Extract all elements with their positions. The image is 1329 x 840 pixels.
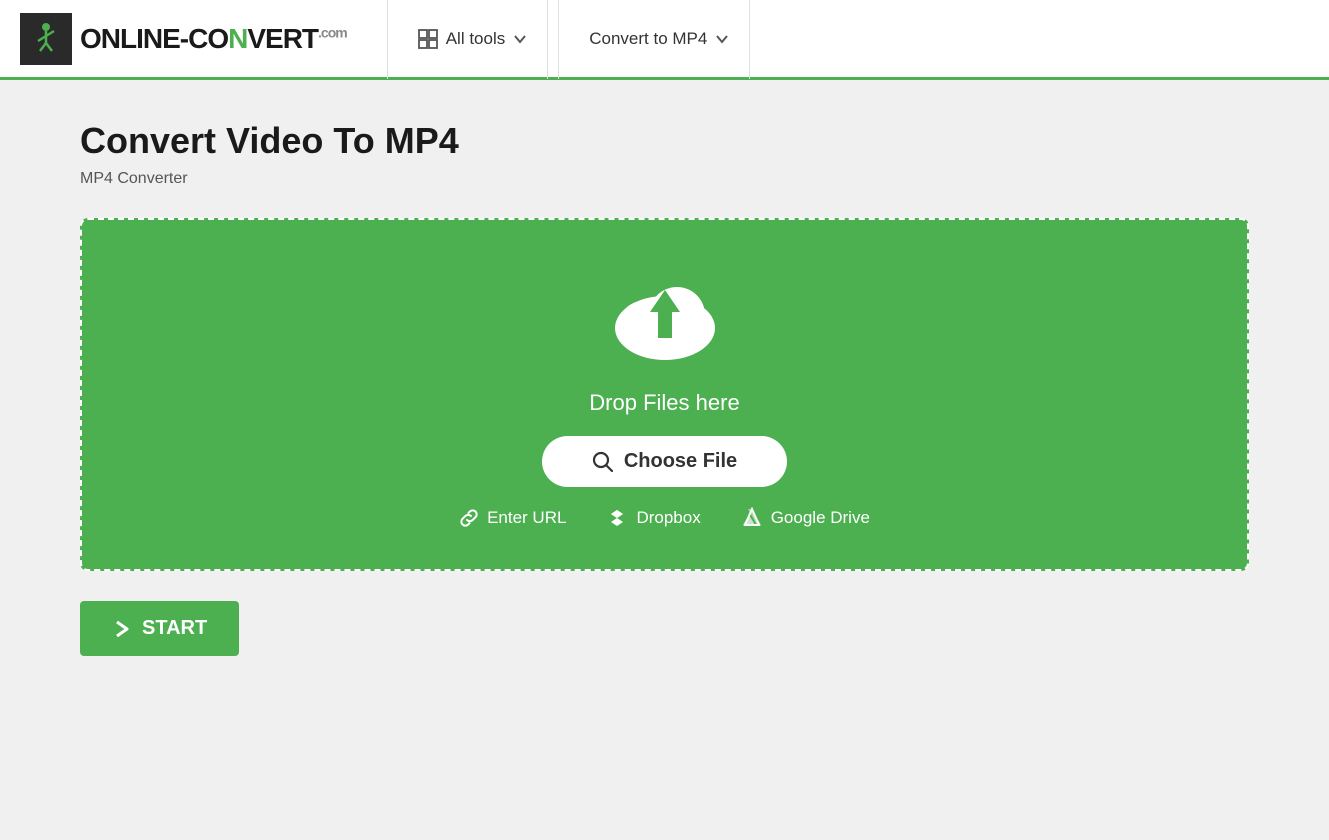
google-drive-icon [741,507,763,529]
main-content: Convert Video To MP4 MP4 Converter Drop … [0,80,1329,696]
grid-icon [418,29,438,49]
nav-divider-1 [387,0,388,79]
enter-url-option[interactable]: Enter URL [459,508,566,528]
drop-files-text: Drop Files here [589,390,739,416]
page-title: Convert Video To MP4 [80,120,1249,162]
choose-file-button[interactable]: Choose File [542,436,787,487]
convert-to-mp4-label: Convert to MP4 [589,29,707,49]
nav-divider-2 [558,0,559,79]
chevron-right-icon [112,619,132,639]
start-button[interactable]: START [80,601,239,656]
source-options: Enter URL Dropbox Google Drive [459,507,870,529]
link-icon [459,508,479,528]
google-drive-option[interactable]: Google Drive [741,507,870,529]
upload-dropzone[interactable]: Drop Files here Choose File Enter URL [80,218,1249,571]
site-header: ONLINE-CONVERT.com All tools Convert to … [0,0,1329,80]
page-subtitle: MP4 Converter [80,170,1249,188]
nav-all-tools[interactable]: All tools [398,0,549,79]
cloud-upload-icon [605,270,725,370]
logo-icon [20,13,72,65]
dropbox-option[interactable]: Dropbox [606,507,700,529]
nav-convert-to-mp4[interactable]: Convert to MP4 [569,0,750,79]
chevron-down-icon-2 [715,32,729,46]
dropbox-icon [606,507,628,529]
chevron-down-icon [513,32,527,46]
search-icon [592,451,614,473]
logo[interactable]: ONLINE-CONVERT.com [20,13,347,65]
all-tools-label: All tools [446,29,506,49]
